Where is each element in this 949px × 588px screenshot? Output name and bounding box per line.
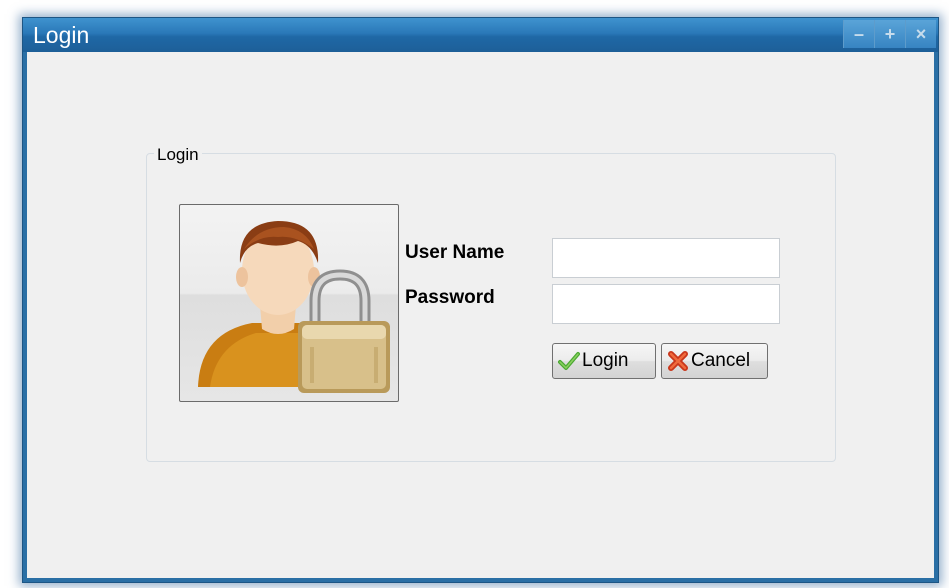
login-window: Login – + × Login User Name Password Log… — [22, 17, 939, 583]
user-lock-icon — [198, 221, 390, 393]
group-box-legend: Login — [154, 145, 202, 165]
x-icon — [668, 351, 688, 371]
user-image — [179, 204, 399, 402]
login-button[interactable]: Login — [552, 343, 656, 379]
cancel-button-label: Cancel — [691, 350, 751, 371]
maximize-icon: + — [884, 24, 896, 44]
username-input[interactable] — [552, 238, 780, 278]
password-input[interactable] — [552, 284, 780, 324]
maximize-button[interactable]: + — [874, 20, 905, 48]
username-label: User Name — [405, 242, 505, 263]
minimize-icon: – — [853, 24, 864, 44]
checkmark-icon — [558, 352, 580, 370]
login-button-label: Login — [582, 350, 629, 371]
password-label: Password — [405, 287, 495, 308]
minimize-button[interactable]: – — [843, 20, 874, 48]
window-title: Login — [33, 22, 90, 48]
title-bar[interactable]: Login – + × — [23, 18, 938, 52]
window-content: Login User Name Password Login Cancel — [27, 52, 934, 578]
close-button[interactable]: × — [905, 20, 936, 48]
close-icon: × — [915, 24, 927, 44]
cancel-button[interactable]: Cancel — [661, 343, 768, 379]
